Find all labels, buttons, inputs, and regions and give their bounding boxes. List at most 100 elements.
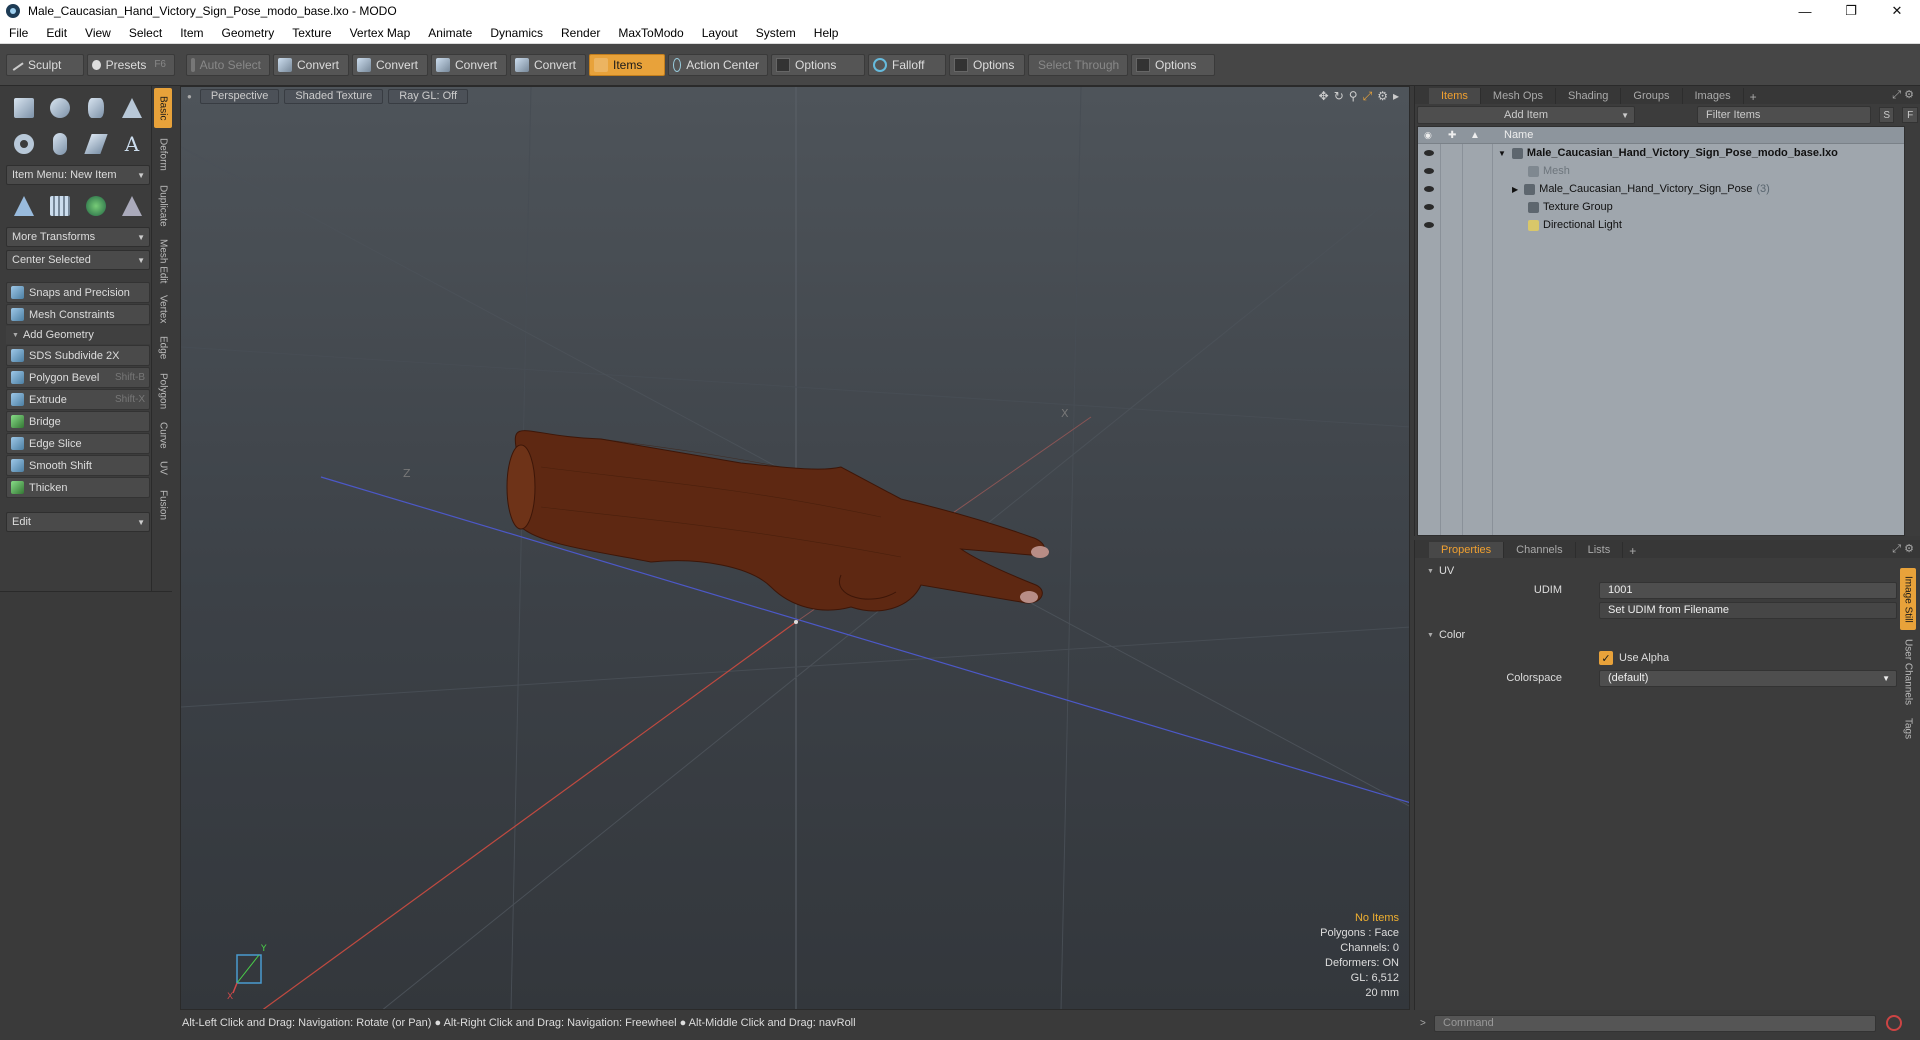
3d-viewport[interactable]: Z X Y X ● Perspective Shaded Texture Ray…	[180, 86, 1410, 1010]
menu-render[interactable]: Render	[552, 26, 609, 40]
udim-input[interactable]: 1001	[1599, 581, 1897, 599]
menu-vertex-map[interactable]: Vertex Map	[341, 26, 420, 40]
tab-groups[interactable]: Groups	[1621, 88, 1683, 104]
convert-button-2[interactable]: Convert	[352, 53, 428, 76]
edge-slice-button[interactable]: Edge Slice	[6, 433, 150, 454]
tab-tags[interactable]: Tags	[1900, 714, 1916, 744]
auto-select-button[interactable]: Auto Select	[186, 53, 270, 76]
chevron-right-icon[interactable]: ▶	[1512, 185, 1518, 194]
globe-tool-button[interactable]	[78, 188, 114, 224]
rotate-icon[interactable]: ↻	[1334, 89, 1344, 104]
view-type-button[interactable]: Perspective	[199, 88, 280, 104]
capsule-primitive-button[interactable]	[42, 126, 78, 162]
select-through-button[interactable]: Select Through	[1028, 53, 1128, 76]
sphere-primitive-button[interactable]	[42, 90, 78, 126]
tab-shading[interactable]: Shading	[1556, 88, 1622, 104]
edit-dropdown[interactable]: Edit	[6, 512, 150, 532]
command-input[interactable]: Command	[1434, 1014, 1876, 1032]
tab-lists[interactable]: Lists	[1576, 542, 1624, 558]
options-button-1[interactable]: Options	[771, 53, 865, 76]
tab-user-channels[interactable]: User Channels	[1900, 634, 1916, 710]
shading-mode-button[interactable]: Shaded Texture	[284, 88, 384, 104]
eye-icon[interactable]	[1424, 222, 1434, 228]
tab-edge[interactable]: Edge	[154, 332, 172, 364]
panel-options-icon[interactable]: ⤢ ⚙	[1892, 88, 1914, 102]
tab-duplicate[interactable]: Duplicate	[154, 180, 172, 232]
polygon-bevel-button[interactable]: Polygon Bevel Shift-B	[6, 367, 150, 388]
thicken-button[interactable]: Thicken	[6, 477, 150, 498]
record-icon[interactable]	[1886, 1015, 1902, 1031]
menu-layout[interactable]: Layout	[693, 26, 747, 40]
name-column-header[interactable]: Name	[1504, 129, 1533, 141]
uv-section-header[interactable]: UV	[1415, 562, 1920, 580]
eye-icon[interactable]	[1424, 186, 1434, 192]
center-selected-dropdown[interactable]: Center Selected	[6, 250, 150, 270]
colorspace-dropdown[interactable]: (default) ▼	[1599, 669, 1897, 687]
filter-items-input[interactable]: Filter Items	[1697, 106, 1871, 124]
mesh-constraints-button[interactable]: Mesh Constraints	[6, 304, 150, 325]
falloff-button[interactable]: Falloff	[868, 53, 946, 76]
tab-curve[interactable]: Curve	[154, 418, 172, 452]
cylinder-primitive-button[interactable]	[78, 90, 114, 126]
more-transforms-dropdown[interactable]: More Transforms	[6, 227, 150, 247]
sculpt-button[interactable]: Sculpt	[6, 53, 84, 76]
menu-select[interactable]: Select	[120, 26, 171, 40]
bridge-button[interactable]: Bridge	[6, 411, 150, 432]
s-toggle-button[interactable]: S	[1878, 107, 1895, 123]
extrude-button[interactable]: Extrude Shift-X	[6, 389, 150, 410]
set-udim-button[interactable]: Set UDIM from Filename	[1599, 601, 1897, 619]
pen-tool-button[interactable]	[78, 126, 114, 162]
tab-image-still[interactable]: Image Still	[1900, 568, 1916, 630]
eye-icon[interactable]	[1424, 168, 1434, 174]
menu-geometry[interactable]: Geometry	[213, 26, 284, 40]
menu-item[interactable]: Item	[171, 26, 212, 40]
tree-row-scene[interactable]: ▼ Male_Caucasian_Hand_Victory_Sign_Pose_m…	[1418, 144, 1904, 162]
f-toggle-button[interactable]: F	[1902, 107, 1918, 123]
tab-fusion[interactable]: Fusion	[154, 484, 172, 526]
convert-button-4[interactable]: Convert	[510, 53, 586, 76]
menu-dynamics[interactable]: Dynamics	[481, 26, 552, 40]
tab-properties[interactable]: Properties	[1429, 542, 1505, 558]
menu-file[interactable]: File	[0, 26, 37, 40]
menu-help[interactable]: Help	[805, 26, 848, 40]
tab-vertex[interactable]: Vertex	[154, 290, 172, 328]
add-tab-icon[interactable]: +	[1623, 544, 1642, 558]
tree-row-texture-group[interactable]: Texture Group	[1418, 198, 1904, 216]
item-menu-dropdown[interactable]: Item Menu: New Item	[6, 165, 150, 185]
action-center-button[interactable]: Action Center	[668, 53, 768, 76]
zoom-icon[interactable]: ⚲	[1349, 89, 1358, 104]
menu-view[interactable]: View	[76, 26, 120, 40]
add-item-dropdown[interactable]: Add Item ▼	[1417, 106, 1636, 124]
sds-subdivide-button[interactable]: SDS Subdivide 2X	[6, 345, 150, 366]
convert-button-3[interactable]: Convert	[431, 53, 507, 76]
menu-system[interactable]: System	[747, 26, 805, 40]
tab-items[interactable]: Items	[1429, 88, 1481, 104]
tree-row-mesh[interactable]: Mesh	[1418, 162, 1904, 180]
minimize-button[interactable]: —	[1782, 0, 1828, 22]
tab-images[interactable]: Images	[1683, 88, 1744, 104]
snaps-precision-button[interactable]: Snaps and Precision	[6, 282, 150, 303]
menu-animate[interactable]: Animate	[419, 26, 481, 40]
close-button[interactable]: ✕	[1874, 0, 1920, 22]
viewport-menu-icon[interactable]: ●	[187, 92, 192, 101]
restore-button[interactable]: ❐	[1828, 0, 1874, 22]
eye-icon[interactable]	[1424, 204, 1434, 210]
chevron-right-icon[interactable]: ▸	[1393, 89, 1399, 104]
pyramid-tool-button[interactable]	[114, 188, 150, 224]
panel-options-icon[interactable]: ⤢ ⚙	[1892, 542, 1914, 556]
tab-mesh-edit[interactable]: Mesh Edit	[154, 236, 172, 286]
options-button-2[interactable]: Options	[949, 53, 1025, 76]
gear-icon[interactable]: ⚙	[1377, 89, 1388, 104]
menu-maxtomodo[interactable]: MaxToModo	[609, 26, 692, 40]
pan-icon[interactable]: ✥	[1319, 89, 1329, 104]
use-alpha-checkbox[interactable]: ✓	[1599, 651, 1613, 665]
cube-primitive-button[interactable]	[6, 90, 42, 126]
color-section-header[interactable]: Color	[1415, 626, 1920, 644]
tab-uv[interactable]: UV	[154, 456, 172, 480]
options-button-3[interactable]: Options	[1131, 53, 1215, 76]
text-tool-button[interactable]: A	[114, 126, 150, 162]
tab-deform[interactable]: Deform	[154, 132, 172, 176]
grid-tool-button[interactable]	[42, 188, 78, 224]
tab-polygon[interactable]: Polygon	[154, 368, 172, 414]
menu-texture[interactable]: Texture	[283, 26, 340, 40]
